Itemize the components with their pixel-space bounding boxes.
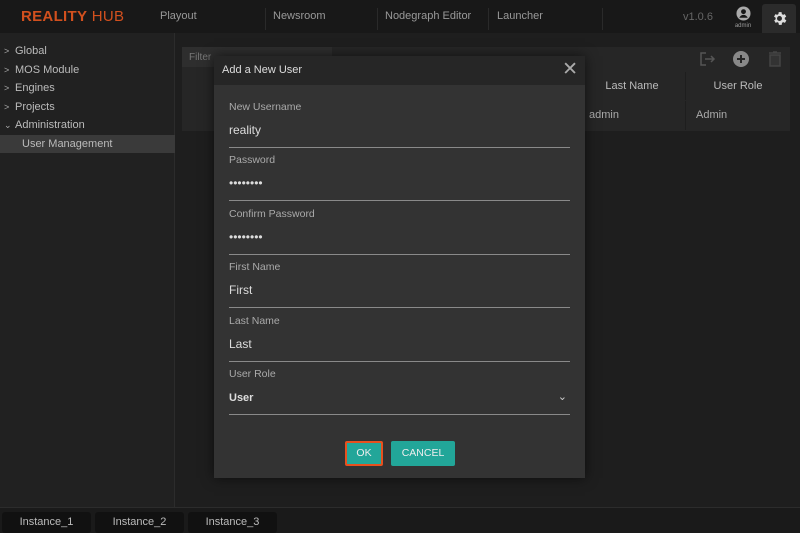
instance-tab-3[interactable]: Instance_3: [188, 512, 277, 533]
user-role-select[interactable]: User Role User ⌄: [229, 368, 570, 415]
username-field[interactable]: New Username reality: [229, 101, 570, 148]
ok-button[interactable]: OK: [345, 441, 383, 466]
last-name-field[interactable]: Last Name Last: [229, 315, 570, 362]
chevron-right-icon: >: [4, 65, 10, 75]
sidebar-item-user-management[interactable]: User Management: [0, 135, 175, 153]
user-icon: [735, 6, 751, 21]
version: v1.0.6: [683, 11, 713, 23]
nav-playout[interactable]: Playout: [160, 0, 197, 33]
logout-icon[interactable]: [698, 50, 716, 68]
cancel-button[interactable]: CANCEL: [391, 441, 455, 466]
delete-icon[interactable]: [766, 50, 784, 68]
sidebar-item-projects[interactable]: > Projects: [0, 98, 175, 116]
sidebar-item-administration[interactable]: ⌄ Administration: [0, 116, 175, 134]
instance-tab-1[interactable]: Instance_1: [2, 512, 91, 533]
cell-last-name: admin: [578, 101, 685, 130]
chevron-down-icon: ⌄: [557, 391, 567, 403]
sidebar: > Global > MOS Module > Engines > Projects ⌄…: [0, 33, 175, 507]
nav-nodegraph-editor[interactable]: Nodegraph Editor: [385, 0, 471, 33]
close-icon[interactable]: ✕: [562, 56, 578, 84]
nav-newsroom[interactable]: Newsroom: [273, 0, 326, 33]
sidebar-item-engines[interactable]: > Engines: [0, 79, 175, 97]
cell-user-role: Admin: [685, 101, 790, 130]
chevron-right-icon: >: [4, 102, 10, 112]
instance-tab-2[interactable]: Instance_2: [95, 512, 184, 533]
chevron-right-icon: >: [4, 83, 10, 93]
chevron-down-icon: ⌄: [4, 120, 12, 130]
sidebar-item-global[interactable]: > Global: [0, 42, 175, 60]
add-user-button[interactable]: [732, 50, 750, 68]
gear-icon: [773, 12, 786, 25]
nav-launcher[interactable]: Launcher: [497, 0, 543, 33]
first-name-field[interactable]: First Name First: [229, 261, 570, 308]
dialog-title: Add a New User: [222, 64, 303, 76]
top-bar: REALITY HUB Playout Newsroom Nodegraph E…: [0, 0, 800, 33]
username: admin: [734, 23, 752, 29]
settings-button[interactable]: [762, 4, 796, 33]
logo: REALITY HUB: [21, 8, 125, 25]
column-header-last-name[interactable]: Last Name: [578, 72, 685, 100]
chevron-right-icon: >: [4, 46, 10, 56]
password-field[interactable]: Password ••••••••: [229, 154, 570, 201]
confirm-password-field[interactable]: Confirm Password ••••••••: [229, 208, 570, 255]
add-user-dialog: Add a New User ✕ New Username reality Pass…: [214, 56, 585, 478]
instance-bar: Instance_1 Instance_2 Instance_3: [0, 507, 800, 533]
sidebar-item-mos-module[interactable]: > MOS Module: [0, 61, 175, 79]
column-header-user-role[interactable]: User Role: [685, 72, 790, 100]
user-menu[interactable]: admin: [731, 6, 755, 29]
